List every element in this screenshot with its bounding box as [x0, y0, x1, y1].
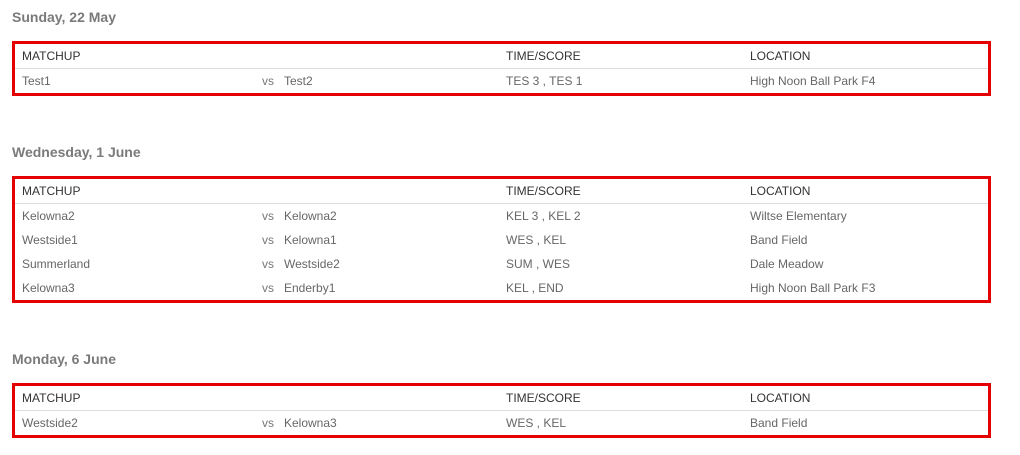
location[interactable]: Wiltse Elementary — [743, 204, 988, 229]
away-team[interactable]: Kelowna2 — [284, 209, 337, 223]
table-header-row: MATCHUP TIME/SCORE LOCATION — [15, 386, 988, 411]
score: KEL 3 , KEL 2 — [506, 209, 581, 223]
home-team[interactable]: Westside1 — [15, 228, 255, 252]
time-score-header: TIME/SCORE — [499, 44, 743, 69]
matchup-header: MATCHUP — [15, 44, 255, 69]
home-team[interactable]: Test1 — [15, 69, 255, 94]
table-row: Kelowna3 vs Enderby1 KEL , END High Noon … — [15, 276, 988, 300]
away-team[interactable]: Westside2 — [284, 257, 340, 271]
away-team[interactable]: Kelowna1 — [284, 233, 337, 247]
home-team[interactable]: Kelowna2 — [15, 204, 255, 229]
table-row: Westside2 vs Kelowna3 WES , KEL Band Fiel… — [15, 411, 988, 436]
table-header-row: MATCHUP TIME/SCORE LOCATION — [15, 44, 988, 69]
vs-label: vs — [262, 281, 274, 295]
location[interactable]: Band Field — [743, 228, 988, 252]
table-header-row: MATCHUP TIME/SCORE LOCATION — [15, 179, 988, 204]
time-score-header: TIME/SCORE — [499, 386, 743, 411]
matchup-header: MATCHUP — [15, 386, 255, 411]
table-row: Test1 vs Test2 TES 3 , TES 1 High Noon Ba… — [15, 69, 988, 94]
day-heading: Wednesday, 1 June — [12, 144, 141, 160]
vs-label: vs — [262, 257, 274, 271]
away-team[interactable]: Enderby1 — [284, 281, 335, 295]
schedule-table-day-1: MATCHUP TIME/SCORE LOCATION Test1 vs Test… — [12, 41, 991, 96]
table-row: Summerland vs Westside2 SUM , WES Dale Me… — [15, 252, 988, 276]
location-header: LOCATION — [743, 386, 988, 411]
schedule-table-day-2: MATCHUP TIME/SCORE LOCATION Kelowna2 vs K… — [12, 176, 991, 303]
location[interactable]: High Noon Ball Park F3 — [743, 276, 988, 300]
time-score-header: TIME/SCORE — [499, 179, 743, 204]
location-header: LOCATION — [743, 179, 988, 204]
vs-label: vs — [262, 416, 274, 430]
score: WES , KEL — [506, 416, 567, 430]
score: TES 3 , TES 1 — [506, 74, 583, 88]
score: WES , KEL — [506, 233, 567, 247]
location[interactable]: Band Field — [743, 411, 988, 436]
location-header: LOCATION — [743, 44, 988, 69]
day-heading: Monday, 6 June — [12, 351, 116, 367]
day-heading: Sunday, 22 May — [12, 9, 117, 25]
away-team[interactable]: Test2 — [284, 74, 313, 88]
matchup-header: MATCHUP — [15, 179, 255, 204]
table-row: Westside1 vs Kelowna1 WES , KEL Band Fiel… — [15, 228, 988, 252]
table-row: Kelowna2 vs Kelowna2 KEL 3 , KEL 2 Wiltse… — [15, 204, 988, 229]
score: SUM , WES — [506, 257, 571, 271]
score: KEL , END — [506, 281, 564, 295]
away-team[interactable]: Kelowna3 — [284, 416, 337, 430]
location[interactable]: Dale Meadow — [743, 252, 988, 276]
location[interactable]: High Noon Ball Park F4 — [743, 69, 988, 94]
vs-label: vs — [262, 74, 274, 88]
home-team[interactable]: Summerland — [15, 252, 255, 276]
vs-label: vs — [262, 233, 274, 247]
home-team[interactable]: Westside2 — [15, 411, 255, 436]
vs-label: vs — [262, 209, 274, 223]
schedule-table-day-3: MATCHUP TIME/SCORE LOCATION Westside2 vs… — [12, 383, 991, 438]
home-team[interactable]: Kelowna3 — [15, 276, 255, 300]
